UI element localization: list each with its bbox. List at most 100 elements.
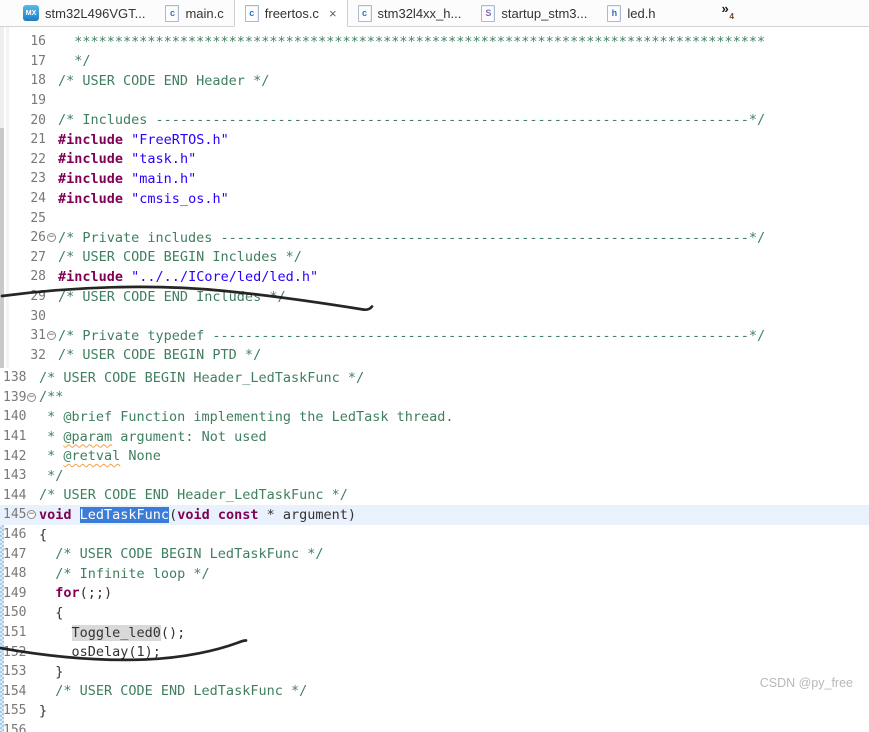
- code-line[interactable]: 156: [0, 721, 869, 732]
- h-file-icon: h: [607, 4, 622, 22]
- code-line[interactable]: 144 /* USER CODE END Header_LedTaskFunc *…: [0, 486, 869, 506]
- line-number: 148: [3, 566, 27, 582]
- code-line[interactable]: 154 /* USER CODE END LedTaskFunc */: [0, 682, 869, 702]
- code-line[interactable]: 141 * @param argument: Not used: [0, 427, 869, 447]
- tab-label: startup_stm3...: [501, 5, 588, 21]
- code-line[interactable]: 17 */: [0, 52, 869, 72]
- code-line[interactable]: 25: [0, 208, 869, 228]
- code-text: * @param argument: Not used: [39, 428, 267, 445]
- code-line[interactable]: 139−/**: [0, 388, 869, 408]
- code-text: }: [39, 702, 48, 719]
- code-text: {: [39, 604, 64, 621]
- tab-stm32l496vgt[interactable]: MX stm32L496VGT...: [13, 0, 155, 26]
- line-number: 20: [30, 112, 46, 128]
- c-file-icon: c: [244, 4, 259, 22]
- code-line[interactable]: 150 {: [0, 603, 869, 623]
- line-number: 151: [3, 625, 27, 641]
- line-number: 25: [30, 210, 46, 226]
- code-text: #include "main.h": [58, 170, 197, 187]
- code-line[interactable]: 20 /* Includes --------------------------…: [0, 110, 869, 130]
- code-line[interactable]: 29 /* USER CODE END Includes */: [0, 287, 869, 307]
- csdn-watermark: CSDN @py_free: [759, 676, 853, 690]
- code-line[interactable]: 147 /* USER CODE BEGIN LedTaskFunc */: [0, 544, 869, 564]
- code-line[interactable]: 155}: [0, 701, 869, 721]
- code-line[interactable]: 143 */: [0, 466, 869, 486]
- code-text: osDelay(1);: [39, 644, 161, 661]
- line-number: 19: [30, 93, 46, 109]
- code-line[interactable]: 151 Toggle_led0();: [0, 623, 869, 643]
- code-line[interactable]: 16 *************************************…: [0, 32, 869, 52]
- editor-tab-bar-tabs: MX stm32L496VGT... c main.c c freertos.c × c stm…: [13, 0, 666, 27]
- stm32cubeide-editor-window: MX stm32L496VGT... c main.c c freertos.c × c stm…: [0, 0, 869, 732]
- code-line[interactable]: 32 /* USER CODE BEGIN PTD */: [0, 346, 869, 366]
- code-line[interactable]: 22 #include "task.h": [0, 150, 869, 170]
- line-number: 155: [3, 703, 27, 719]
- line-number: 142: [3, 448, 27, 464]
- code-line[interactable]: 21 #include "FreeRTOS.h": [0, 130, 869, 150]
- code-line[interactable]: 148 /* Infinite loop */: [0, 564, 869, 584]
- fold-collapse-icon[interactable]: −: [47, 233, 56, 243]
- hidden-tab-count: 4: [729, 12, 734, 21]
- code-text: #include "cmsis_os.h": [58, 190, 229, 207]
- code-line[interactable]: 145− void LedTaskFunc(void const * argume…: [0, 505, 869, 525]
- code-line[interactable]: 30: [0, 306, 869, 326]
- line-number: 143: [3, 468, 27, 484]
- line-number: 22: [30, 151, 46, 167]
- code-line[interactable]: 152 osDelay(1);: [0, 642, 869, 662]
- fold-collapse-icon[interactable]: −: [27, 392, 36, 402]
- code-text: /* Includes ----------------------------…: [58, 112, 766, 129]
- code-text: Toggle_led0();: [71, 624, 186, 641]
- fold-collapse-icon[interactable]: −: [27, 510, 36, 520]
- code-section-top: 16 *************************************…: [0, 32, 869, 365]
- tab-stm32l4xx-h[interactable]: c stm32l4xx_h...: [348, 0, 472, 26]
- code-text: /* Private includes --------------------…: [58, 229, 766, 246]
- code-line[interactable]: 146 {: [0, 525, 869, 545]
- tab-startup-stm3[interactable]: Sstartup_stm3...: [471, 0, 597, 26]
- line-number: 149: [3, 585, 27, 601]
- tab-main-c[interactable]: c main.c: [155, 0, 233, 26]
- line-number: 18: [30, 73, 46, 89]
- line-number: 140: [3, 409, 27, 425]
- code-line[interactable]: 149 for(;;): [0, 584, 869, 604]
- code-text: /* USER CODE END Includes */: [58, 288, 286, 305]
- line-number: 30: [30, 308, 46, 324]
- code-text: #include "../../ICore/led/led.h": [58, 268, 319, 285]
- code-line[interactable]: 31−/* Private typedef ------------------…: [0, 326, 869, 346]
- code-line[interactable]: 19: [0, 91, 869, 111]
- code-line[interactable]: 24 #include "cmsis_os.h": [0, 189, 869, 209]
- code-line[interactable]: 18 /* USER CODE END Header */: [0, 71, 869, 91]
- code-line[interactable]: 140 * @brief Function implementing the L…: [0, 407, 869, 427]
- tab-freertos-c[interactable]: c freertos.c ×: [233, 0, 348, 27]
- tab-label: stm32l4xx_h...: [377, 5, 462, 21]
- line-number: 27: [30, 249, 46, 265]
- editor-tab-bar: MX stm32L496VGT... c main.c c freertos.c × c stm…: [0, 0, 869, 27]
- fold-collapse-icon[interactable]: −: [47, 331, 56, 341]
- code-text: #include "FreeRTOS.h": [58, 131, 229, 148]
- code-section-bottom: 138 /* USER CODE BEGIN Header_LedTaskFunc…: [0, 368, 869, 732]
- code-line[interactable]: 27 /* USER CODE BEGIN Includes */: [0, 248, 869, 268]
- tab-led-h[interactable]: h led.h: [597, 0, 665, 26]
- code-text: */: [39, 467, 64, 484]
- line-number: 150: [3, 605, 27, 621]
- code-text: /**: [39, 389, 64, 406]
- c-file-icon: c: [357, 4, 372, 22]
- code-line[interactable]: 153 }: [0, 662, 869, 682]
- tab-overflow-button[interactable]: » 4: [718, 1, 742, 24]
- code-text: * @retval None: [39, 448, 161, 465]
- line-number: 16: [30, 34, 46, 50]
- tab-label: stm32L496VGT...: [45, 5, 146, 21]
- line-number: 138: [3, 370, 27, 386]
- code-line[interactable]: 26−/* Private includes -----------------…: [0, 228, 869, 248]
- code-line[interactable]: 28 #include "../../ICore/led/led.h": [0, 267, 869, 287]
- line-number: 26: [30, 230, 46, 246]
- code-text: ****************************************…: [58, 33, 766, 50]
- code-line[interactable]: 23 #include "main.h": [0, 169, 869, 189]
- line-number: 32: [30, 347, 46, 363]
- close-tab-icon[interactable]: ×: [329, 7, 337, 20]
- line-number: 31: [30, 328, 46, 344]
- code-editor[interactable]: 16 *************************************…: [0, 27, 869, 732]
- code-line[interactable]: 142 * @retval None: [0, 446, 869, 466]
- code-line[interactable]: 138 /* USER CODE BEGIN Header_LedTaskFunc…: [0, 368, 869, 388]
- code-text: /* USER CODE BEGIN Includes */: [58, 249, 302, 266]
- code-text: /* USER CODE END LedTaskFunc */: [39, 683, 308, 700]
